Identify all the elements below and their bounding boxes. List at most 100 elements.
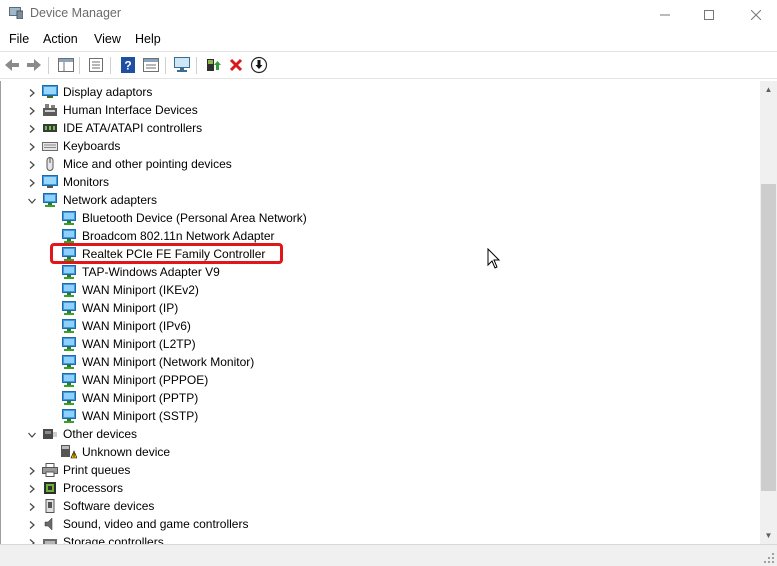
view-button[interactable] (142, 56, 160, 74)
tree-item-label: Keyboards (63, 139, 121, 153)
tree-item-label: WAN Miniport (PPPOE) (82, 373, 209, 387)
toolbar-separator (79, 57, 80, 74)
chevron-down-icon[interactable] (27, 429, 37, 439)
tree-item-label: WAN Miniport (IP) (82, 301, 179, 315)
unknown-device-warning-icon (61, 445, 78, 459)
device-row-wan-miniport-l2tp[interactable]: WAN Miniport (L2TP) (1, 335, 760, 353)
device-row-wan-miniport-ip[interactable]: WAN Miniport (IP) (1, 299, 760, 317)
tree-item-label: Processors (63, 481, 124, 495)
resize-grip-icon[interactable] (763, 552, 775, 564)
keyboard-icon (42, 139, 58, 153)
category-row-software-devices[interactable]: Software devices (1, 497, 760, 515)
software-device-icon (42, 499, 58, 513)
menu-file[interactable]: File (9, 32, 29, 46)
category-row-ide-ata-atapi-controllers[interactable]: IDE ATA/ATAPI controllers (1, 119, 760, 137)
chevron-right-icon[interactable] (27, 87, 37, 97)
maximize-button[interactable] (686, 0, 732, 29)
close-icon (751, 9, 761, 20)
tree-item-label: Network adapters (63, 193, 158, 207)
chevron-right-icon[interactable] (27, 537, 37, 544)
device-row-realtek-pcie-fe-family-controller[interactable]: Realtek PCIe FE Family Controller (1, 245, 760, 263)
scroll-thumb[interactable] (761, 184, 776, 491)
properties-button[interactable] (87, 56, 105, 74)
device-tree[interactable]: Display adaptors Human Interface Devices I… (0, 81, 760, 544)
tree-item-label: Unknown device (82, 445, 171, 459)
network-icon (61, 229, 77, 243)
update-driver-button[interactable] (204, 56, 222, 74)
device-row-unknown-device[interactable]: Unknown device (1, 443, 760, 461)
toolbar-separator (196, 57, 197, 74)
chevron-right-icon[interactable] (27, 177, 37, 187)
maximize-icon (704, 9, 714, 20)
chevron-right-icon[interactable] (27, 105, 37, 115)
disable-device-button[interactable] (250, 56, 268, 74)
chevron-right-icon[interactable] (27, 501, 37, 511)
uninstall-icon (229, 58, 243, 72)
tree-item-label: Human Interface Devices (63, 103, 198, 117)
chevron-right-icon[interactable] (27, 519, 37, 529)
forward-button[interactable] (25, 56, 43, 74)
device-row-wan-miniport-pppoe[interactable]: WAN Miniport (PPPOE) (1, 371, 760, 389)
tree-item-label: Software devices (63, 499, 155, 513)
tree-item-label: IDE ATA/ATAPI controllers (63, 121, 203, 135)
close-button[interactable] (733, 0, 777, 29)
minimize-button[interactable] (642, 0, 688, 29)
menu-action[interactable]: Action (43, 32, 78, 46)
category-row-mice-and-other-pointing-devices[interactable]: Mice and other pointing devices (1, 155, 760, 173)
chevron-down-icon[interactable] (27, 195, 37, 205)
device-row-broadcom-802-11n-network-adapter[interactable]: Broadcom 802.11n Network Adapter (1, 227, 760, 245)
category-row-storage-controllers[interactable]: Storage controllers (1, 533, 760, 544)
window-title: Device Manager (30, 6, 122, 20)
network-icon (61, 373, 77, 387)
device-row-wan-miniport-network-monitor[interactable]: WAN Miniport (Network Monitor) (1, 353, 760, 371)
tree-item-label: WAN Miniport (IKEv2) (82, 283, 199, 297)
category-row-monitors[interactable]: Monitors (1, 173, 760, 191)
ide-icon (42, 121, 58, 135)
menu-view[interactable]: View (94, 32, 121, 46)
tree-item-label: Mice and other pointing devices (63, 157, 232, 171)
network-icon (61, 265, 77, 279)
category-row-sound-video-and-game-controllers[interactable]: Sound, video and game controllers (1, 515, 760, 533)
vertical-scrollbar[interactable]: ▲ ▼ (760, 81, 777, 544)
category-row-print-queues[interactable]: Print queues (1, 461, 760, 479)
tree-item-label: WAN Miniport (IPv6) (82, 319, 191, 333)
tree-item-label: TAP-Windows Adapter V9 (82, 265, 220, 279)
network-icon (61, 211, 77, 225)
help-button[interactable]: ? (119, 56, 137, 74)
scan-hardware-button[interactable] (173, 56, 191, 74)
tree-item-label: WAN Miniport (SSTP) (82, 409, 199, 423)
device-row-wan-miniport-sstp[interactable]: WAN Miniport (SSTP) (1, 407, 760, 425)
uninstall-device-button[interactable] (227, 56, 245, 74)
network-icon (61, 319, 77, 333)
chevron-right-icon[interactable] (27, 123, 37, 133)
category-row-human-interface-devices[interactable]: Human Interface Devices (1, 101, 760, 119)
device-row-bluetooth-device-personal-area-network[interactable]: Bluetooth Device (Personal Area Network) (1, 209, 760, 227)
chevron-right-icon[interactable] (27, 159, 37, 169)
back-button[interactable] (3, 56, 21, 74)
chevron-right-icon[interactable] (27, 465, 37, 475)
category-row-display-adaptors[interactable]: Display adaptors (1, 83, 760, 101)
back-icon (5, 59, 19, 71)
menu-help[interactable]: Help (135, 32, 161, 46)
device-row-wan-miniport-ikev2[interactable]: WAN Miniport (IKEv2) (1, 281, 760, 299)
category-row-other-devices[interactable]: Other devices (1, 425, 760, 443)
tree-item-label: Display adaptors (63, 85, 153, 99)
toolbar-separator (110, 57, 111, 74)
scan-hardware-icon (174, 57, 190, 72)
device-row-wan-miniport-ipv6[interactable]: WAN Miniport (IPv6) (1, 317, 760, 335)
show-hide-tree-button[interactable] (57, 56, 75, 74)
tree-item-label: Storage controllers (63, 535, 164, 544)
scroll-down-button[interactable]: ▼ (760, 527, 777, 544)
network-icon (61, 283, 77, 297)
chevron-right-icon[interactable] (27, 483, 37, 493)
scroll-up-button[interactable]: ▲ (760, 81, 777, 98)
chevron-right-icon[interactable] (27, 141, 37, 151)
device-row-wan-miniport-pptp[interactable]: WAN Miniport (PPTP) (1, 389, 760, 407)
toolbar-separator (165, 57, 166, 74)
category-row-network-adapters[interactable]: Network adapters (1, 191, 760, 209)
network-icon (61, 301, 77, 315)
tree-item-label: Sound, video and game controllers (63, 517, 249, 531)
category-row-keyboards[interactable]: Keyboards (1, 137, 760, 155)
device-row-tap-windows-adapter-v9[interactable]: TAP-Windows Adapter V9 (1, 263, 760, 281)
category-row-processors[interactable]: Processors (1, 479, 760, 497)
